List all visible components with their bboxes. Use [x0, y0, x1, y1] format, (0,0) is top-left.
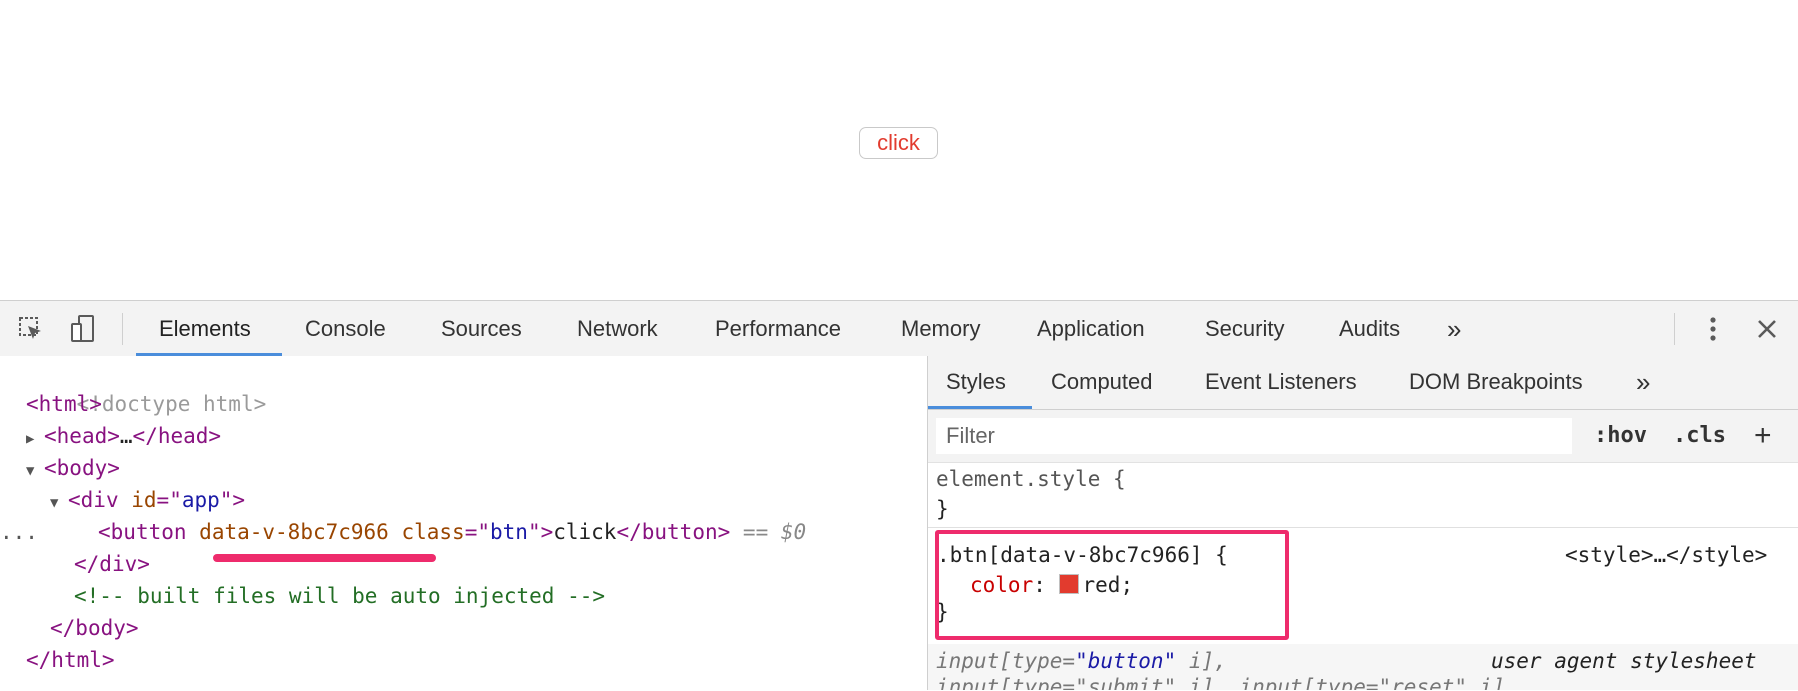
head-node[interactable]: ▶ <head>…</head> — [26, 420, 221, 452]
body-close-node[interactable]: </body> — [50, 612, 139, 644]
tab-performance[interactable]: Performance — [715, 301, 841, 356]
cls-toggle[interactable]: .cls — [1673, 418, 1726, 454]
div-close-node[interactable]: </div> — [74, 548, 150, 580]
device-toolbar-icon[interactable] — [66, 313, 100, 345]
element-style-rule[interactable]: element.style { — [936, 464, 1126, 494]
ua-selector-2[interactable]: input[type="submit" i], input[type="rese… — [936, 672, 1518, 690]
body-node[interactable]: ▼ <body> — [26, 452, 120, 484]
filter-bar: :hov .cls + — [928, 410, 1798, 463]
row-ellipsis: ... — [0, 520, 38, 544]
expand-arrow-icon[interactable]: ▶ — [26, 423, 44, 455]
toolbar-separator — [1674, 313, 1675, 345]
devtools-toolbar: Elements Console Sources Network Perform… — [0, 301, 1798, 357]
page-viewport: click — [0, 0, 1798, 300]
rule-source-link[interactable]: <style>…</style> — [1565, 540, 1767, 570]
tab-application[interactable]: Application — [1037, 301, 1145, 356]
tab-security[interactable]: Security — [1205, 301, 1284, 356]
tab-network[interactable]: Network — [577, 301, 658, 356]
attribute-underline-annotation — [213, 554, 436, 562]
inspect-element-icon[interactable] — [14, 313, 48, 345]
user-agent-rule: input[type="button" i], user agent style… — [928, 644, 1798, 690]
tab-console[interactable]: Console — [305, 301, 386, 356]
tab-sources[interactable]: Sources — [441, 301, 522, 356]
ua-source: user agent stylesheet — [1491, 649, 1757, 673]
toolbar-separator — [122, 313, 123, 345]
collapse-arrow-icon[interactable]: ▼ — [26, 455, 44, 487]
kebab-menu-icon[interactable] — [1696, 313, 1730, 345]
collapse-arrow-icon[interactable]: ▼ — [50, 487, 68, 519]
html-close-node[interactable]: </html> — [26, 644, 115, 676]
hov-toggle[interactable]: :hov — [1594, 418, 1647, 454]
close-brace: } — [936, 497, 949, 521]
sidebar-tabs: Styles Computed Event Listeners DOM Brea… — [928, 356, 1798, 410]
div-app-node[interactable]: ▼ <div id="app"> — [50, 484, 245, 516]
new-rule-button[interactable]: + — [1754, 418, 1772, 454]
doctype-node[interactable]: <!doctype html> — [26, 356, 267, 416]
scoped-attribute[interactable]: data-v-8bc7c966 — [199, 520, 389, 544]
rule-highlight-annotation — [935, 530, 1289, 640]
html-node[interactable]: <html> — [26, 388, 102, 420]
tab-memory[interactable]: Memory — [901, 301, 980, 356]
more-tabs-icon[interactable]: » — [1447, 301, 1461, 356]
elements-tree: <!doctype html> <html> ▶ <head>…</head> ▼… — [0, 356, 927, 690]
styles-filter-input[interactable] — [936, 418, 1572, 454]
subtab-computed[interactable]: Computed — [1051, 356, 1153, 409]
comment-node[interactable]: <!-- built files will be auto injected -… — [74, 580, 605, 612]
button-node[interactable]: <button data-v-8bc7c966 class="btn">clic… — [98, 516, 806, 548]
close-icon[interactable] — [1750, 313, 1784, 345]
active-subtab-indicator — [928, 406, 1032, 409]
more-subtabs-icon[interactable]: » — [1636, 356, 1650, 409]
tab-audits[interactable]: Audits — [1339, 301, 1400, 356]
tab-elements[interactable]: Elements — [159, 301, 251, 356]
subtab-dom-breakpoints[interactable]: DOM Breakpoints — [1409, 356, 1583, 409]
subtab-styles[interactable]: Styles — [946, 356, 1006, 409]
subtab-event-listeners[interactable]: Event Listeners — [1205, 356, 1357, 409]
click-button[interactable]: click — [859, 127, 938, 159]
rule-separator — [928, 527, 1798, 528]
